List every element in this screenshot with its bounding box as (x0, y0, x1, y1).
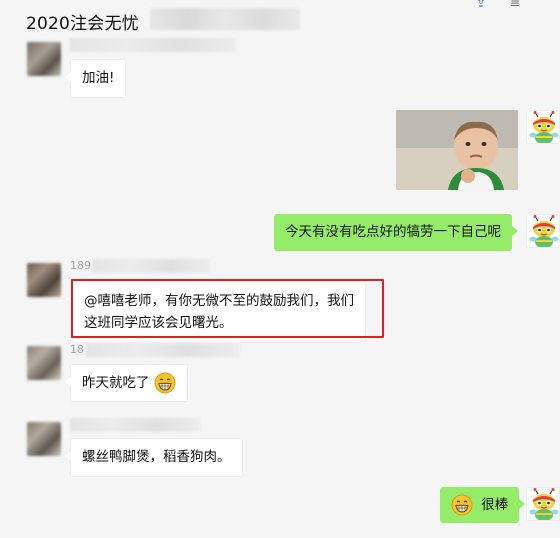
sender-name-redaction (70, 418, 200, 432)
message-bubble-self[interactable]: 很棒 (440, 487, 526, 523)
bee-avatar-icon (527, 111, 559, 143)
message-bubble[interactable]: 加油! (64, 59, 127, 98)
bee-avatar-icon (527, 488, 559, 520)
message-text: 很棒 (481, 497, 509, 513)
grin-emoji-icon (451, 494, 473, 516)
avatar[interactable] (27, 42, 61, 76)
message-bubble[interactable]: 螺丝鸭脚煲，稻香狗肉。 (65, 438, 243, 477)
share-icon[interactable]: ⇪ (476, 0, 490, 9)
message-text: 昨天就吃了 (82, 375, 150, 391)
avatar[interactable] (27, 422, 61, 456)
message-text: 加油! (82, 70, 115, 86)
baby-photo-icon (396, 110, 518, 190)
avatar-self[interactable] (526, 487, 560, 521)
title-redaction (150, 8, 300, 30)
message-text: 今天有没有吃点好的犒劳一下自己呢 (285, 224, 501, 240)
avatar-self[interactable] (526, 110, 560, 144)
grin-emoji-icon (154, 372, 176, 394)
menu-icon[interactable]: ≡ (510, 0, 524, 9)
avatar-self[interactable] (526, 214, 560, 248)
avatar[interactable] (27, 346, 61, 380)
sender-name-redaction (92, 259, 210, 273)
highlight-box (71, 279, 384, 338)
chat-header: 2020注会无忧 ⇪ ≡ (0, 0, 560, 40)
sender-name: 18 (70, 343, 84, 356)
sender-name-redaction (86, 343, 240, 357)
sender-name-redaction (70, 38, 236, 52)
message-text: 螺丝鸭脚煲，稻香狗肉。 (82, 449, 231, 465)
message-bubble[interactable]: 昨天就吃了 (65, 364, 188, 402)
message-image[interactable] (396, 110, 518, 190)
header-toolbar: ⇪ ≡ (464, 0, 560, 14)
message-bubble-self[interactable]: 今天有没有吃点好的犒劳一下自己呢 (274, 214, 518, 251)
avatar[interactable] (27, 263, 61, 297)
bee-avatar-icon (527, 215, 559, 247)
chat-title: 2020注会无忧 (26, 14, 139, 34)
